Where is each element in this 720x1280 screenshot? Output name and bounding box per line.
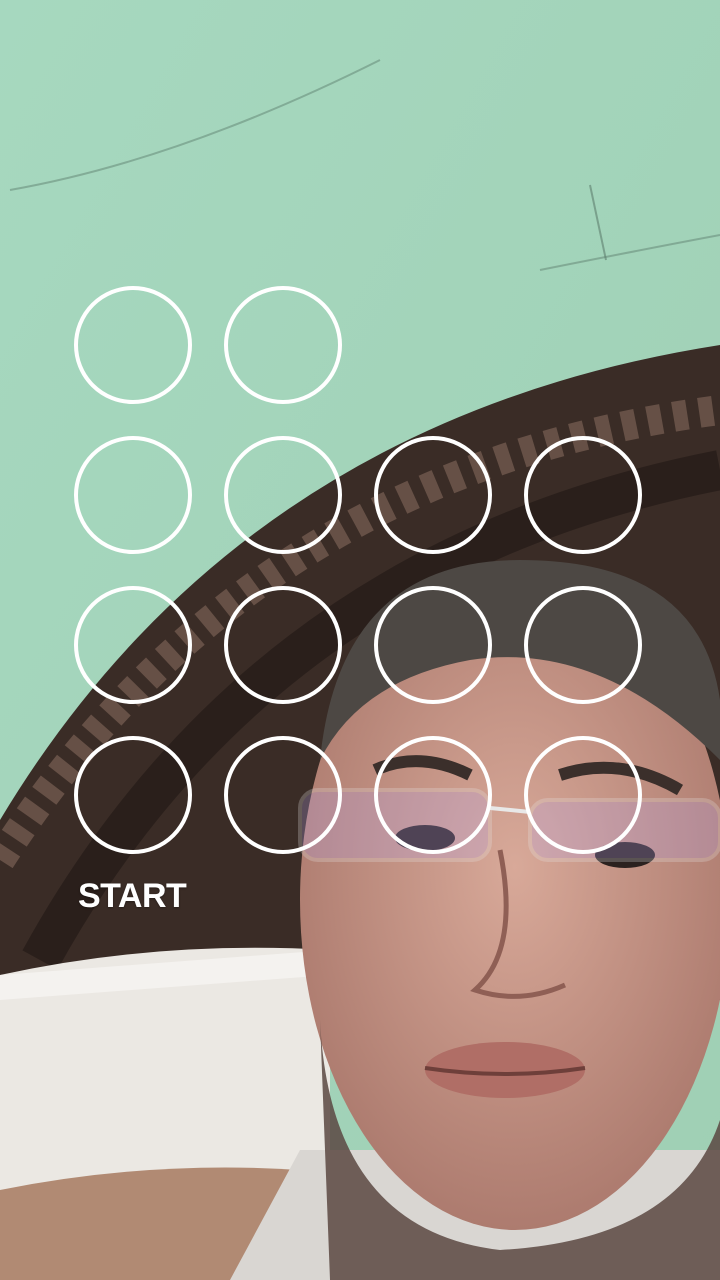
pattern-dot-r1-c2[interactable]: [224, 286, 342, 404]
pattern-dot-r2-c4[interactable]: [524, 436, 642, 554]
pattern-dot-r2-c3[interactable]: [374, 436, 492, 554]
pattern-dot-r4-c2[interactable]: [224, 736, 342, 854]
pattern-dot-r3-c3[interactable]: [374, 586, 492, 704]
pattern-grid: [0, 0, 720, 1280]
pattern-dot-r1-c1[interactable]: [74, 286, 192, 404]
start-button[interactable]: START: [78, 877, 187, 916]
pattern-dot-r3-c4[interactable]: [524, 586, 642, 704]
pattern-dot-r4-c1[interactable]: [74, 736, 192, 854]
pattern-dot-r3-c2[interactable]: [224, 586, 342, 704]
pattern-dot-r2-c1[interactable]: [74, 436, 192, 554]
pattern-dot-r2-c2[interactable]: [224, 436, 342, 554]
pattern-dot-r3-c1[interactable]: [74, 586, 192, 704]
pattern-dot-r4-c4[interactable]: [524, 736, 642, 854]
pattern-dot-r4-c3[interactable]: [374, 736, 492, 854]
